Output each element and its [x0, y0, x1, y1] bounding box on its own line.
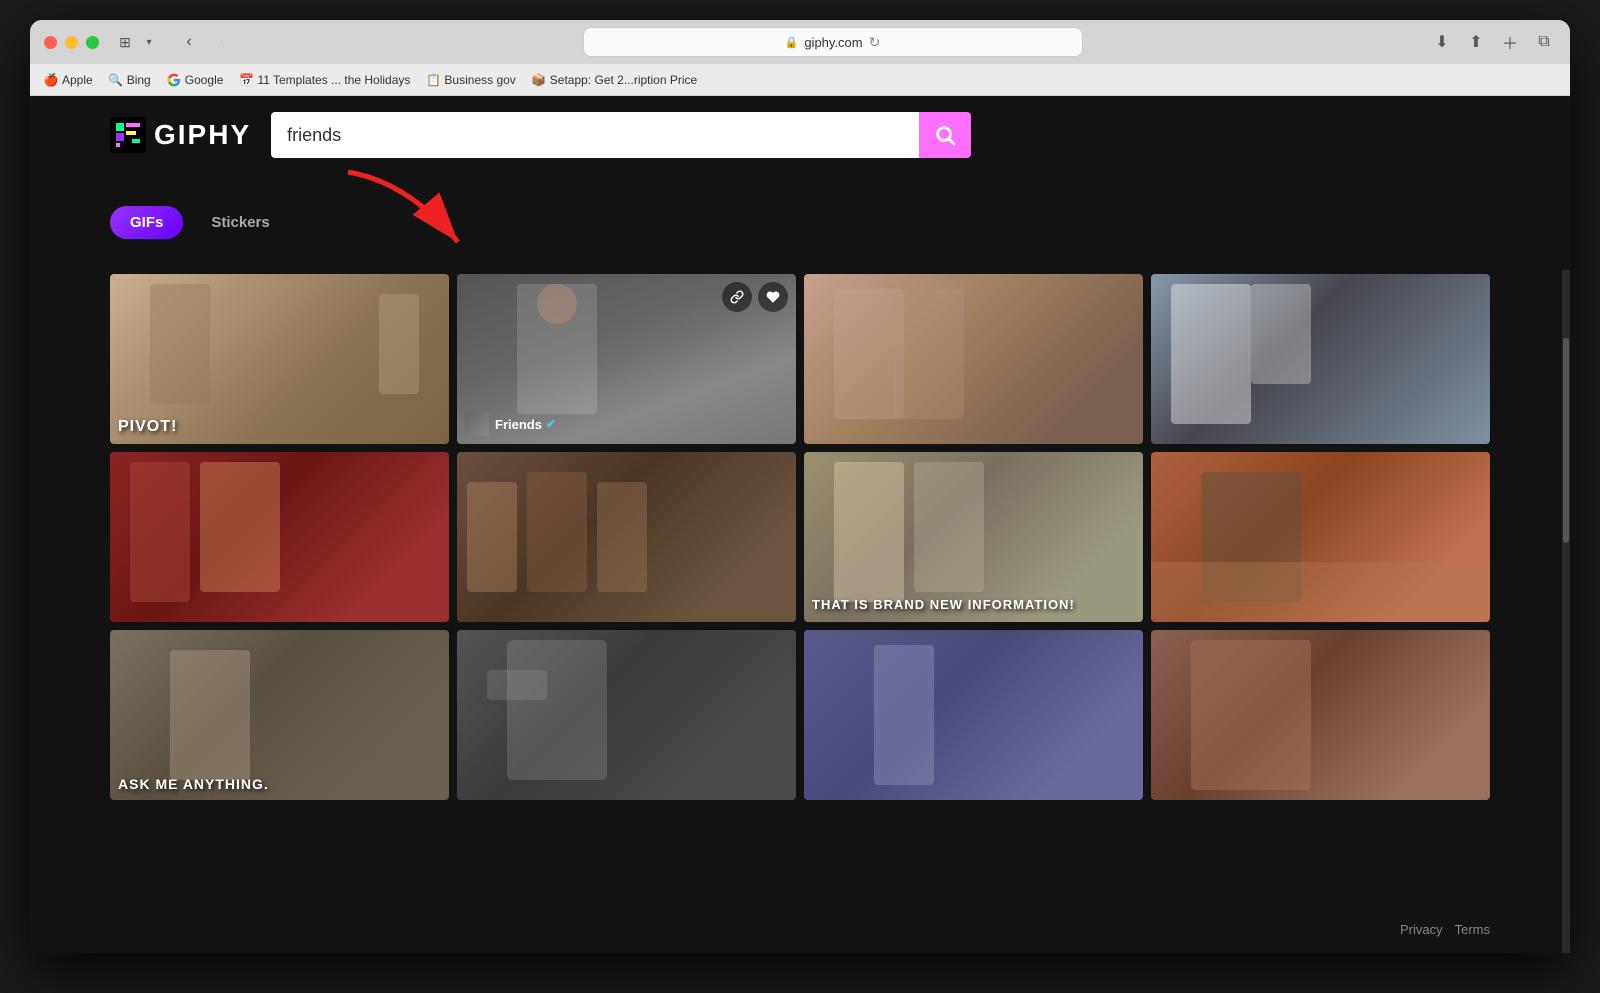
nav-buttons: ‹ ›	[175, 28, 235, 56]
window-icon[interactable]: ⧉	[1532, 30, 1556, 54]
gif-2-overlay	[722, 282, 788, 312]
gif-cell-4[interactable]	[1151, 274, 1490, 444]
title-bar-actions: ⬇ ⬆ ＋ ⧉	[1430, 30, 1556, 54]
scrollbar[interactable]	[1562, 270, 1570, 953]
bookmark-bing[interactable]: 🔍 Bing	[109, 73, 151, 87]
link-icon	[730, 290, 744, 304]
search-button[interactable]	[919, 112, 971, 158]
gif-7-caption: THAT IS BRAND NEW INFORMATION!	[812, 597, 1075, 614]
bookmark-setapp[interactable]: 📦 Setapp: Get 2...ription Price	[532, 73, 697, 87]
forward-button[interactable]: ›	[207, 28, 235, 56]
new-tab-icon[interactable]: ＋	[1498, 30, 1522, 54]
gif-cell-12[interactable]	[1151, 630, 1490, 800]
download-icon[interactable]: ⬇	[1430, 30, 1454, 54]
gif-cell-11[interactable]	[804, 630, 1143, 800]
reload-icon[interactable]: ↻	[869, 34, 881, 51]
tab-stickers[interactable]: Stickers	[191, 206, 289, 239]
bookmark-setapp-label: Setapp: Get 2...ription Price	[550, 73, 697, 87]
giphy-logo[interactable]: GIPHY	[110, 117, 251, 153]
gif-cell-7[interactable]: THAT IS BRAND NEW INFORMATION!	[804, 452, 1143, 622]
gif-9-caption: ASK ME ANYTHING.	[118, 776, 269, 792]
giphy-logo-text: GIPHY	[154, 119, 251, 151]
templates-icon: 📅	[239, 73, 253, 87]
minimize-button[interactable]	[65, 36, 78, 49]
privacy-link[interactable]: Privacy	[1400, 922, 1443, 937]
grid-wrapper: PIVOT!	[30, 270, 1570, 953]
lock-icon: 🔒	[785, 36, 799, 49]
search-icon	[934, 124, 956, 146]
google-icon	[167, 73, 181, 87]
gif-grid: PIVOT!	[30, 270, 1570, 800]
bookmark-apple[interactable]: 🍎 Apple	[44, 73, 93, 87]
gif-cell-2[interactable]: Friends ✔	[457, 274, 796, 444]
heart-icon	[766, 290, 780, 304]
bookmark-business[interactable]: 📋 Business gov	[426, 73, 515, 87]
close-button[interactable]	[44, 36, 57, 49]
business-icon: 📋	[426, 73, 440, 87]
share-icon[interactable]: ⬆	[1464, 30, 1488, 54]
bookmark-11templates-label: 11 Templates ... the Holidays	[257, 73, 410, 87]
gif-cell-10[interactable]	[457, 630, 796, 800]
bookmark-google-label: Google	[185, 73, 224, 87]
apple-icon: 🍎	[44, 73, 58, 87]
gif-2-channel: Friends ✔	[465, 412, 556, 436]
back-button[interactable]: ‹	[175, 28, 203, 56]
bing-icon: 🔍	[109, 73, 123, 87]
search-input[interactable]	[271, 112, 919, 158]
setapp-icon: 📦	[532, 73, 546, 87]
maximize-button[interactable]	[86, 36, 99, 49]
bookmark-apple-label: Apple	[62, 73, 93, 87]
terms-link[interactable]: Terms	[1455, 922, 1490, 937]
search-bar	[271, 112, 971, 158]
address-bar-container: 🔒 giphy.com ↻	[243, 27, 1422, 57]
giphy-logo-icon	[110, 117, 146, 153]
footer-links: Privacy Terms	[1400, 922, 1490, 937]
bookmarks-bar: 🍎 Apple 🔍 Bing Google 📅 11 Templates ...…	[30, 64, 1570, 96]
gif-cell-9[interactable]: ASK ME ANYTHING.	[110, 630, 449, 800]
address-bar[interactable]: 🔒 giphy.com ↻	[583, 27, 1083, 57]
gif-cell-8[interactable]	[1151, 452, 1490, 622]
gif-cell-5[interactable]	[110, 452, 449, 622]
channel-name: Friends ✔	[495, 417, 556, 432]
giphy-tabs: GIFs Stickers	[30, 174, 1570, 270]
url-text: giphy.com	[804, 35, 862, 50]
title-bar: ⊞ ▾ ‹ › 🔒 giphy.com ↻ ⬇ ⬆ ＋ ⧉	[30, 20, 1570, 64]
sidebar-toggle[interactable]: ⊞ ▾	[115, 32, 159, 52]
gif-cell-6[interactable]	[457, 452, 796, 622]
bookmark-11templates[interactable]: 📅 11 Templates ... the Holidays	[239, 73, 410, 87]
browser-window: ⊞ ▾ ‹ › 🔒 giphy.com ↻ ⬇ ⬆ ＋ ⧉ 🍎 Apple	[30, 20, 1570, 953]
giphy-header: GIPHY	[30, 96, 1570, 174]
chevron-down-icon: ▾	[139, 32, 159, 52]
link-icon-button[interactable]	[722, 282, 752, 312]
bookmark-business-label: Business gov	[444, 73, 515, 87]
gif-cell-1[interactable]: PIVOT!	[110, 274, 449, 444]
gif-cell-3[interactable]	[804, 274, 1143, 444]
red-arrow	[328, 162, 488, 262]
heart-icon-button[interactable]	[758, 282, 788, 312]
browser-content: GIPHY GIFs Stickers	[30, 96, 1570, 953]
bookmark-google[interactable]: Google	[167, 73, 224, 87]
sidebar-icon: ⊞	[115, 32, 135, 52]
gif-1-caption: PIVOT!	[118, 418, 177, 436]
verified-icon: ✔	[546, 417, 556, 431]
channel-avatar	[465, 412, 489, 436]
tab-gifs[interactable]: GIFs	[110, 206, 183, 239]
scrollbar-thumb[interactable]	[1563, 338, 1569, 543]
bookmark-bing-label: Bing	[127, 73, 151, 87]
